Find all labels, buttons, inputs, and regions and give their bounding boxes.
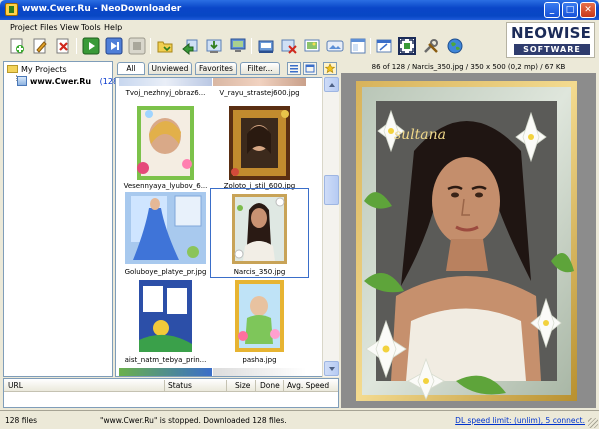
column-done[interactable]: Done — [260, 381, 280, 390]
new-project-icon[interactable] — [8, 37, 26, 55]
fullscreen-icon[interactable] — [398, 37, 416, 55]
start-icon[interactable] — [82, 37, 100, 55]
scroll-down-button[interactable] — [324, 361, 339, 376]
filter-tabs: All Unviewed Favorites Filter... — [115, 62, 339, 76]
thumbnail-caption: Narcis_350.jpg — [233, 268, 286, 276]
thumbnail-image — [235, 280, 284, 352]
open-folder-icon[interactable] — [156, 37, 174, 55]
downloads-header: URL Status Size Done Avg. Speed — [4, 379, 338, 392]
thumbnail-image — [125, 192, 206, 264]
preview-image: sultana — [356, 81, 577, 401]
status-bar: 128 files "www.Cwer.Ru" is stopped. Down… — [0, 410, 599, 429]
thumbnail-caption: V_rayu_strastej600.jpg — [219, 89, 300, 97]
screen-icon[interactable] — [229, 37, 247, 55]
tab-unviewed[interactable]: Unviewed — [148, 62, 192, 75]
menu-tools[interactable]: Tools — [81, 23, 101, 32]
star-icon[interactable] — [323, 62, 337, 75]
toolbar-separator — [370, 38, 371, 54]
scroll-thumb[interactable] — [324, 175, 339, 205]
thumbnail-caption: Tvoj_nezhnyj_obraz6... — [125, 89, 206, 97]
toolbar-separator — [150, 38, 151, 54]
tab-all[interactable]: All — [117, 62, 145, 75]
gallery-icon[interactable] — [326, 37, 344, 55]
status-message: "www.Cwer.Ru" is stopped. Downloaded 128… — [100, 416, 287, 425]
menu-help[interactable]: Help — [104, 23, 122, 32]
downloads-list: URL Status Size Done Avg. Speed — [3, 378, 339, 408]
stop-icon[interactable] — [128, 37, 146, 55]
menu-view[interactable]: View — [60, 23, 79, 32]
thumbnail-image — [119, 368, 212, 376]
tree-root[interactable]: My Projects — [7, 65, 67, 74]
preview-overlay-text: sultana — [394, 127, 446, 143]
delete-project-icon[interactable] — [54, 37, 72, 55]
tree-item-project[interactable]: www.Cwer.Ru (128) — [17, 76, 121, 86]
remove-icon[interactable] — [280, 37, 298, 55]
column-size[interactable]: Size — [235, 381, 250, 390]
layout-icon[interactable] — [349, 37, 367, 55]
toolbar-separator — [251, 38, 252, 54]
tree-item-label: www.Cwer.Ru — [30, 77, 92, 86]
thumbnail-image — [213, 78, 306, 86]
minimize-button[interactable]: _ — [544, 2, 560, 18]
toolbar-separator — [76, 38, 77, 54]
preview-icon[interactable] — [303, 37, 321, 55]
column-divider — [226, 380, 227, 391]
thumbnail-image — [139, 280, 192, 352]
list-view-button[interactable] — [287, 62, 301, 75]
thumbnail-image — [137, 106, 194, 180]
thumbnail-image — [119, 78, 212, 86]
tab-favorites[interactable]: Favorites — [195, 62, 237, 75]
edit-project-icon[interactable] — [31, 37, 49, 55]
preview-pane: sultana — [341, 73, 596, 408]
column-avg-speed[interactable]: Avg. Speed — [287, 381, 329, 390]
details-view-button[interactable] — [303, 62, 317, 75]
thumbnail-image — [232, 194, 287, 264]
window-title: www.Cwer.Ru - NeoDownloader — [22, 4, 182, 14]
save-icon[interactable] — [257, 37, 275, 55]
settings-icon[interactable] — [375, 37, 393, 55]
import-icon[interactable] — [181, 37, 199, 56]
scroll-up-button[interactable] — [324, 77, 339, 92]
menu-files[interactable]: Files — [40, 23, 58, 32]
thumbnail-caption: Goluboye_platye_pr.jpg — [124, 268, 207, 276]
globe-icon[interactable] — [446, 37, 464, 55]
tools-icon[interactable] — [422, 37, 440, 55]
tab-filter[interactable]: Filter... — [240, 62, 280, 75]
thumbnail-caption: Vesennyaya_lyubov_6... — [123, 182, 208, 190]
neowise-logo: NEOWISE SOFTWARE — [506, 22, 595, 58]
start-all-icon[interactable] — [105, 37, 123, 55]
speed-limit-link[interactable]: DL speed limit: (unlim), 5 connect. — [455, 416, 585, 425]
status-file-count: 128 files — [5, 416, 38, 425]
column-divider — [255, 380, 256, 391]
tree-root-label: My Projects — [21, 65, 67, 74]
download-icon[interactable] — [205, 37, 223, 55]
project-tree: My Projects www.Cwer.Ru (128) — [3, 61, 121, 377]
menu-bar: Project Files View Tools Help — [0, 20, 505, 35]
thumbnail-image — [213, 368, 306, 376]
close-button[interactable]: ✕ — [580, 2, 596, 18]
thumbnail-image — [229, 106, 290, 180]
menu-project[interactable]: Project — [10, 23, 37, 32]
title-bar: www.Cwer.Ru - NeoDownloader _ □ ✕ — [0, 0, 599, 20]
project-icon — [17, 76, 27, 86]
logo-subtext: SOFTWARE — [514, 44, 590, 55]
column-divider — [164, 380, 165, 391]
thumbnail-grid: Tvoj_nezhnyj_obraz6... V_rayu_strastej60… — [115, 77, 339, 377]
app-window: www.Cwer.Ru - NeoDownloader _ □ ✕ Projec… — [0, 0, 599, 429]
thumbnail-caption: pasha.jpg — [242, 356, 277, 364]
toolbar — [0, 35, 505, 59]
preview-info: 86 of 128 / Narcis_350.jpg / 350 x 500 (… — [341, 61, 596, 73]
thumbnail-scrollbar[interactable] — [322, 77, 339, 377]
maximize-button[interactable]: □ — [562, 2, 578, 18]
app-icon — [5, 3, 18, 16]
logo-text: NEOWISE — [511, 24, 592, 42]
column-status[interactable]: Status — [168, 381, 192, 390]
column-divider — [283, 380, 284, 391]
thumbnail-caption: aist_natm_tebya_prin... — [124, 356, 207, 364]
resize-grip[interactable] — [588, 418, 598, 428]
folder-icon — [7, 65, 18, 73]
column-url[interactable]: URL — [8, 381, 23, 390]
